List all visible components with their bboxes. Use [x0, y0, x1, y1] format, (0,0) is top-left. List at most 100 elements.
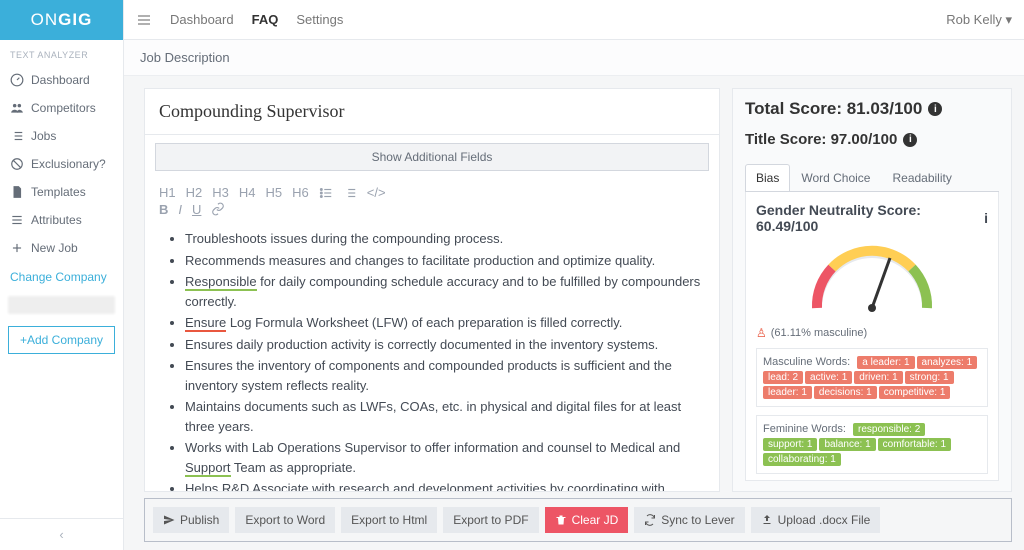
publish-button[interactable]: Publish [153, 507, 229, 533]
masculine-word-pill[interactable]: leader: 1 [763, 386, 812, 399]
masculine-word-pill[interactable]: lead: 2 [763, 371, 803, 384]
sidebar-item-jobs[interactable]: Jobs [0, 122, 123, 150]
action-bar: Publish Export to Word Export to Html Ex… [144, 498, 1012, 542]
highlight-green: Support [185, 460, 231, 477]
bold-button[interactable]: B [159, 202, 168, 217]
brand-gig: GIG [58, 10, 92, 30]
ol-icon[interactable] [343, 186, 357, 200]
sidebar-item-label: Jobs [31, 129, 56, 143]
info-icon[interactable]: i [903, 133, 917, 147]
gender-section: Gender Neutrality Score: 60.49/100i ♙ (6… [745, 192, 999, 481]
change-company-link[interactable]: Change Company [0, 262, 123, 292]
document-icon [10, 185, 24, 199]
topnav-settings[interactable]: Settings [296, 12, 343, 27]
list-icon [10, 129, 24, 143]
sidebar-item-templates[interactable]: Templates [0, 178, 123, 206]
ban-icon [10, 157, 24, 171]
show-additional-fields-button[interactable]: Show Additional Fields [155, 143, 709, 171]
highlight-red: Ensure [185, 315, 226, 332]
masculine-word-pill[interactable]: competitive: 1 [879, 386, 951, 399]
code-icon[interactable]: </> [367, 185, 386, 200]
h4-button[interactable]: H4 [239, 185, 256, 200]
upload-docx-button[interactable]: Upload .docx File [751, 507, 881, 533]
upload-icon [761, 514, 773, 526]
feminine-word-pill[interactable]: collaborating: 1 [763, 453, 841, 466]
company-instance-redacted[interactable] [8, 296, 115, 314]
sidebar: ONGIG TEXT ANALYZER Dashboard Competitor… [0, 0, 124, 550]
h5-button[interactable]: H5 [266, 185, 283, 200]
export-html-button[interactable]: Export to Html [341, 507, 437, 533]
gender-gauge [802, 238, 942, 318]
masculine-word-pill[interactable]: analyzes: 1 [917, 356, 978, 369]
h3-button[interactable]: H3 [212, 185, 229, 200]
sidebar-item-label: Templates [31, 185, 86, 199]
sync-lever-button[interactable]: Sync to Lever [634, 507, 744, 533]
brand-on: ON [31, 10, 59, 30]
masculine-word-pill[interactable]: driven: 1 [854, 371, 902, 384]
list-item: Ensures the inventory of components and … [185, 356, 701, 395]
tab-bias[interactable]: Bias [745, 164, 790, 191]
feminine-word-pill[interactable]: comfortable: 1 [878, 438, 951, 451]
hamburger-icon[interactable] [136, 12, 152, 28]
highlight-green: Responsible [185, 274, 257, 291]
sidebar-item-label: Attributes [31, 213, 82, 227]
clear-jd-button[interactable]: Clear JD [545, 507, 629, 533]
info-icon[interactable]: i [984, 210, 988, 226]
score-panel: Total Score: 81.03/100 i Title Score: 97… [732, 88, 1012, 492]
brand-logo: ONGIG [0, 0, 123, 40]
underline-button[interactable]: U [192, 202, 201, 217]
add-company-button[interactable]: +Add Company [8, 326, 115, 354]
sidebar-item-dashboard[interactable]: Dashboard [0, 66, 123, 94]
sidebar-item-new-job[interactable]: New Job [0, 234, 123, 262]
collapse-sidebar-button[interactable]: ‹ [0, 518, 123, 550]
list-item: Works with Lab Operations Supervisor to … [185, 438, 701, 477]
content-row: Compounding Supervisor Show Additional F… [124, 76, 1024, 492]
ul-icon[interactable] [319, 186, 333, 200]
feminine-words-group: Feminine Words: responsible: 2support: 1… [756, 415, 988, 474]
list-item: Recommends measures and changes to facil… [185, 251, 701, 271]
export-word-button[interactable]: Export to Word [235, 507, 335, 533]
format-toolbar: B I U [145, 202, 719, 223]
list-item: Ensures daily production activity is cor… [185, 335, 701, 355]
trash-icon [555, 514, 567, 526]
score-tabs: Bias Word Choice Readability [745, 164, 999, 192]
italic-button[interactable]: I [178, 202, 182, 217]
title-score-title: Title Score: 97.00/100 i [745, 131, 999, 148]
feminine-word-pill[interactable]: support: 1 [763, 438, 817, 451]
info-icon[interactable]: i [928, 102, 942, 116]
sidebar-item-label: New Job [31, 241, 78, 255]
sidebar-item-exclusionary[interactable]: Exclusionary? [0, 150, 123, 178]
h6-button[interactable]: H6 [292, 185, 309, 200]
h1-button[interactable]: H1 [159, 185, 176, 200]
masculine-word-pill[interactable]: active: 1 [805, 371, 852, 384]
sidebar-item-label: Exclusionary? [31, 157, 106, 171]
total-score-title: Total Score: 81.03/100 i [745, 99, 999, 119]
list-item: Troubleshoots issues during the compound… [185, 229, 701, 249]
chevron-left-icon: ‹ [59, 527, 63, 542]
sidebar-item-attributes[interactable]: Attributes [0, 206, 123, 234]
feminine-word-pill[interactable]: responsible: 2 [853, 423, 925, 436]
topnav-faq[interactable]: FAQ [252, 12, 279, 27]
job-title-input[interactable]: Compounding Supervisor [145, 89, 719, 135]
masculine-percentage: ♙ (61.11% masculine) [756, 326, 988, 340]
sidebar-item-competitors[interactable]: Competitors [0, 94, 123, 122]
topnav-dashboard[interactable]: Dashboard [170, 12, 234, 27]
export-pdf-button[interactable]: Export to PDF [443, 507, 538, 533]
feminine-word-pill[interactable]: balance: 1 [819, 438, 875, 451]
masculine-word-pill[interactable]: a leader: 1 [857, 356, 914, 369]
sidebar-item-label: Competitors [31, 101, 96, 115]
list-item: Maintains documents such as LWFs, COAs, … [185, 397, 701, 436]
masculine-word-pill[interactable]: strong: 1 [905, 371, 954, 384]
user-menu[interactable]: Rob Kelly ▾ [946, 12, 1012, 28]
link-button[interactable] [211, 202, 225, 217]
heading-toolbar: H1 H2 H3 H4 H5 H6 </> [145, 179, 719, 202]
tab-readability[interactable]: Readability [881, 164, 962, 191]
editor-card: Compounding Supervisor Show Additional F… [144, 88, 720, 492]
editor-body[interactable]: Troubleshoots issues during the compound… [145, 223, 719, 491]
tab-word-choice[interactable]: Word Choice [790, 164, 881, 191]
masculine-words-group: Masculine Words: a leader: 1analyzes: 1l… [756, 348, 988, 407]
main-column: Dashboard FAQ Settings Rob Kelly ▾ Job D… [124, 0, 1024, 550]
masculine-word-pill[interactable]: decisions: 1 [814, 386, 877, 399]
list-item: Helps R&D Associate with research and de… [185, 479, 701, 491]
h2-button[interactable]: H2 [186, 185, 203, 200]
